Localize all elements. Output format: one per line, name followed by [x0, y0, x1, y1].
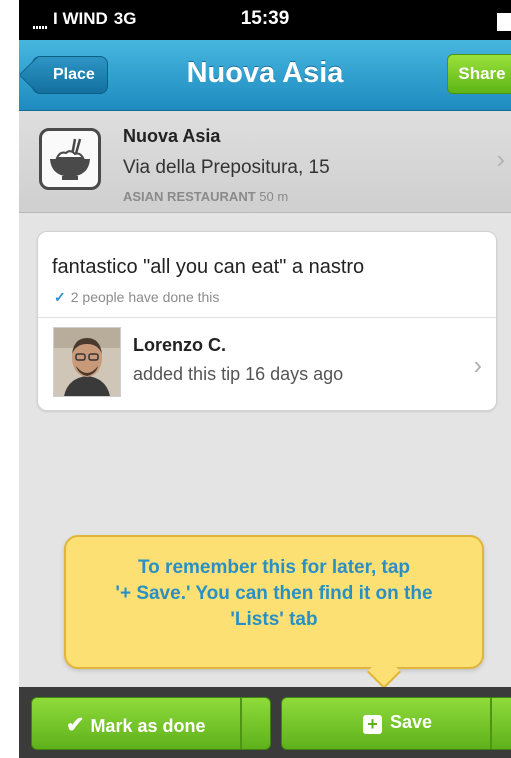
venue-distance: 50 m: [259, 189, 289, 204]
mark-as-done-button[interactable]: ✔ Mark as done: [31, 697, 271, 750]
tip-text: fantastico "all you can eat" a nastro: [52, 256, 365, 278]
checkmark-icon: ✓: [54, 289, 66, 305]
tip-card: fantastico "all you can eat" a nastro ✓ 2…: [37, 231, 497, 411]
done-count-label: 2 people have done this: [70, 289, 220, 305]
venue-category: ASIAN RESTAURANT: [123, 189, 256, 204]
mark-as-done-content: ✔ Mark as done: [66, 712, 205, 738]
chevron-right-icon[interactable]: ›: [473, 350, 482, 381]
save-hint-tooltip: To remember this for later, tap '+ Save.…: [64, 535, 484, 669]
done-count: ✓ 2 people have done this: [54, 289, 219, 306]
divider: [240, 698, 242, 749]
mark-as-done-label: Mark as done: [90, 716, 206, 736]
battery-icon: [497, 13, 511, 31]
divider: [38, 317, 496, 318]
share-button[interactable]: Share: [447, 54, 511, 94]
save-label: Save: [390, 712, 433, 732]
clock: 15:39: [240, 8, 290, 29]
tooltip-line-2: '+ Save.' You can then find it on the: [115, 583, 433, 604]
bottom-toolbar: ✔ Mark as done + Save: [19, 687, 511, 758]
venue-meta: ASIAN RESTAURANT 50 m: [123, 189, 288, 204]
tooltip-line-1: To remember this for later, tap: [137, 557, 411, 578]
tip-meta: added this tip 16 days ago: [133, 364, 344, 384]
venue-address: Via della Prepositura, 15: [123, 157, 330, 178]
venue-name: Nuova Asia: [123, 126, 221, 146]
page-title: Nuova Asia: [186, 57, 344, 89]
venue-header[interactable]: Nuova Asia Via della Prepositura, 15 ASI…: [19, 111, 511, 213]
chevron-right-icon: ›: [496, 144, 505, 174]
avatar[interactable]: [53, 327, 121, 397]
tooltip-line-3: 'Lists' tab: [230, 609, 318, 630]
rice-bowl-icon: [39, 128, 101, 190]
navigation-bar: Place Nuova Asia Share: [19, 40, 511, 111]
tip-author[interactable]: Lorenzo C.: [133, 335, 226, 356]
save-button[interactable]: + Save: [281, 697, 511, 750]
plus-icon: +: [363, 715, 382, 734]
divider: [490, 698, 492, 749]
checkmark-icon: ✔: [66, 712, 85, 737]
status-bar: I WIND 3G 15:39: [19, 0, 511, 40]
phone-screen: I WIND 3G 15:39 Place Nuova Asia Share N…: [19, 0, 511, 758]
save-content: + Save: [363, 712, 432, 734]
